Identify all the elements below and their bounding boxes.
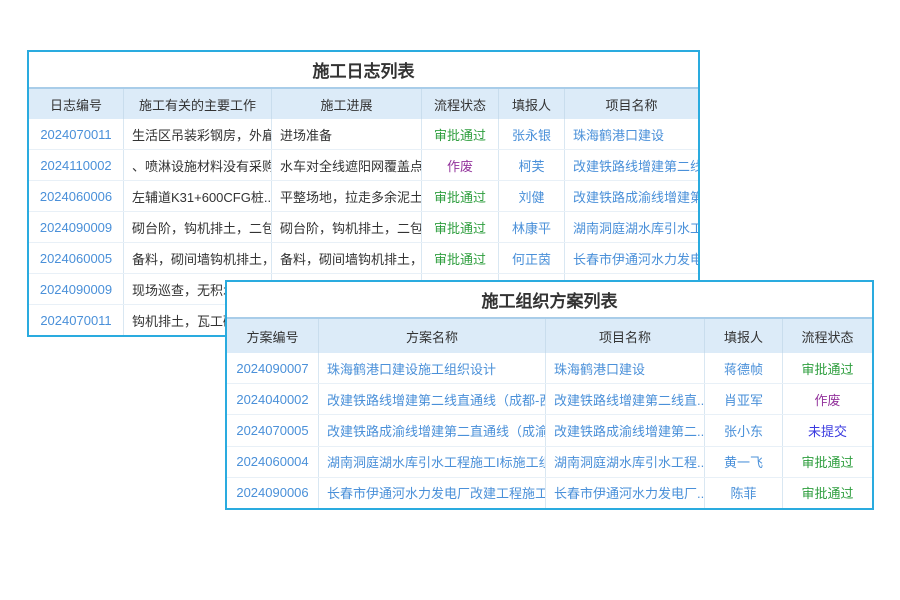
log-project-link[interactable]: 改建铁路线增建第二线...	[565, 150, 698, 180]
plan-id-link[interactable]: 2024090007	[227, 353, 319, 383]
log-table-row: 2024060005备料，砌间墙钩机排土，...备料，砌间墙钩机排土，...审批…	[29, 243, 698, 274]
log-main-work-text: 备料，砌间墙钩机排土，...	[124, 243, 272, 273]
log-status-text: 作废	[422, 150, 499, 180]
log-main-work-text: 左辅道K31+600CFG桩...	[124, 181, 272, 211]
plan-name-link[interactable]: 珠海鹤港口建设施工组织设计	[319, 353, 546, 383]
log-column-header: 施工有关的主要工作	[124, 89, 272, 119]
log-column-header: 流程状态	[422, 89, 499, 119]
log-id-link[interactable]: 2024110002	[29, 150, 124, 180]
log-reporter-link[interactable]: 张永银	[499, 119, 565, 149]
log-id-link[interactable]: 2024070011	[29, 119, 124, 149]
log-id-link[interactable]: 2024090009	[29, 274, 124, 304]
log-column-header: 施工进展	[272, 89, 422, 119]
plan-status-text: 审批通过	[783, 353, 872, 383]
construction-plan-panel: 施工组织方案列表 方案编号方案名称项目名称填报人流程状态 2024090007珠…	[225, 280, 874, 510]
log-column-header: 填报人	[499, 89, 565, 119]
log-project-link[interactable]: 改建铁路成渝线增建第...	[565, 181, 698, 211]
log-main-work-text: 、喷淋设施材料没有采购...	[124, 150, 272, 180]
plan-project-link[interactable]: 湖南洞庭湖水库引水工程...	[546, 447, 705, 477]
plan-project-link[interactable]: 改建铁路线增建第二线直...	[546, 384, 705, 414]
log-status-text: 审批通过	[422, 119, 499, 149]
plan-id-link[interactable]: 2024090006	[227, 478, 319, 508]
log-column-header: 项目名称	[565, 89, 698, 119]
plan-name-link[interactable]: 改建铁路成渝线增建第二直通线（成渝枢...	[319, 415, 546, 445]
plan-project-link[interactable]: 长春市伊通河水力发电厂...	[546, 478, 705, 508]
plan-column-header: 项目名称	[546, 319, 705, 353]
plan-table-body: 2024090007珠海鹤港口建设施工组织设计珠海鹤港口建设蒋德帧审批通过202…	[227, 353, 872, 508]
log-panel-title: 施工日志列表	[29, 52, 698, 89]
log-table-row: 2024090009砌台阶，钩机排土，二包...砌台阶，钩机排土，二包...审批…	[29, 212, 698, 243]
log-reporter-link[interactable]: 何正茵	[499, 243, 565, 273]
log-progress-text: 平整场地，拉走多余泥土...	[272, 181, 422, 211]
log-table-row: 2024060006左辅道K31+600CFG桩...平整场地，拉走多余泥土..…	[29, 181, 698, 212]
plan-column-header: 方案名称	[319, 319, 546, 353]
plan-reporter-link[interactable]: 陈菲	[705, 478, 783, 508]
plan-status-text: 作废	[783, 384, 872, 414]
log-project-link[interactable]: 珠海鹤港口建设	[565, 119, 698, 149]
log-status-text: 审批通过	[422, 243, 499, 273]
log-table-header-row: 日志编号施工有关的主要工作施工进展流程状态填报人项目名称	[29, 89, 698, 119]
plan-table-row: 2024090007珠海鹤港口建设施工组织设计珠海鹤港口建设蒋德帧审批通过	[227, 353, 872, 384]
plan-reporter-link[interactable]: 张小东	[705, 415, 783, 445]
plan-status-text: 审批通过	[783, 478, 872, 508]
plan-name-link[interactable]: 长春市伊通河水力发电厂改建工程施工组...	[319, 478, 546, 508]
log-id-link[interactable]: 2024090009	[29, 212, 124, 242]
plan-id-link[interactable]: 2024060004	[227, 447, 319, 477]
plan-table-row: 2024060004湖南洞庭湖水库引水工程施工I标施工组织...湖南洞庭湖水库引…	[227, 447, 872, 478]
plan-status-text: 审批通过	[783, 447, 872, 477]
plan-table-header-row: 方案编号方案名称项目名称填报人流程状态	[227, 319, 872, 353]
plan-reporter-link[interactable]: 肖亚军	[705, 384, 783, 414]
plan-reporter-link[interactable]: 蒋德帧	[705, 353, 783, 383]
plan-panel-title: 施工组织方案列表	[227, 282, 872, 319]
plan-status-text: 未提交	[783, 415, 872, 445]
log-status-text: 审批通过	[422, 181, 499, 211]
log-reporter-link[interactable]: 刘健	[499, 181, 565, 211]
plan-name-link[interactable]: 湖南洞庭湖水库引水工程施工I标施工组织...	[319, 447, 546, 477]
log-column-header: 日志编号	[29, 89, 124, 119]
plan-table-row: 2024090006长春市伊通河水力发电厂改建工程施工组...长春市伊通河水力发…	[227, 478, 872, 508]
plan-column-header: 流程状态	[783, 319, 872, 353]
log-main-work-text: 砌台阶，钩机排土，二包...	[124, 212, 272, 242]
log-id-link[interactable]: 2024060006	[29, 181, 124, 211]
plan-project-link[interactable]: 改建铁路成渝线增建第二...	[546, 415, 705, 445]
log-project-link[interactable]: 长春市伊通河水力发电...	[565, 243, 698, 273]
plan-id-link[interactable]: 2024070005	[227, 415, 319, 445]
plan-column-header: 方案编号	[227, 319, 319, 353]
log-reporter-link[interactable]: 林康平	[499, 212, 565, 242]
plan-project-link[interactable]: 珠海鹤港口建设	[546, 353, 705, 383]
plan-id-link[interactable]: 2024040002	[227, 384, 319, 414]
log-progress-text: 备料，砌间墙钩机排土，...	[272, 243, 422, 273]
plan-column-header: 填报人	[705, 319, 783, 353]
log-table-row: 2024070011生活区吊装彩钢房，外雇...进场准备审批通过张永银珠海鹤港口…	[29, 119, 698, 150]
log-status-text: 审批通过	[422, 212, 499, 242]
plan-reporter-link[interactable]: 黄一飞	[705, 447, 783, 477]
log-id-link[interactable]: 2024070011	[29, 305, 124, 335]
log-progress-text: 水车对全线遮阳网覆盖点...	[272, 150, 422, 180]
log-id-link[interactable]: 2024060005	[29, 243, 124, 273]
log-progress-text: 进场准备	[272, 119, 422, 149]
plan-name-link[interactable]: 改建铁路线增建第二线直通线（成都-西...	[319, 384, 546, 414]
plan-table-row: 2024070005改建铁路成渝线增建第二直通线（成渝枢...改建铁路成渝线增建…	[227, 415, 872, 446]
log-main-work-text: 生活区吊装彩钢房，外雇...	[124, 119, 272, 149]
page-background: 施工日志列表 日志编号施工有关的主要工作施工进展流程状态填报人项目名称 2024…	[0, 0, 900, 600]
log-progress-text: 砌台阶，钩机排土，二包...	[272, 212, 422, 242]
log-reporter-link[interactable]: 柯芙	[499, 150, 565, 180]
plan-table-row: 2024040002改建铁路线增建第二线直通线（成都-西...改建铁路线增建第二…	[227, 384, 872, 415]
log-table-row: 2024110002、喷淋设施材料没有采购...水车对全线遮阳网覆盖点...作废…	[29, 150, 698, 181]
log-project-link[interactable]: 湖南洞庭湖水库引水工...	[565, 212, 698, 242]
